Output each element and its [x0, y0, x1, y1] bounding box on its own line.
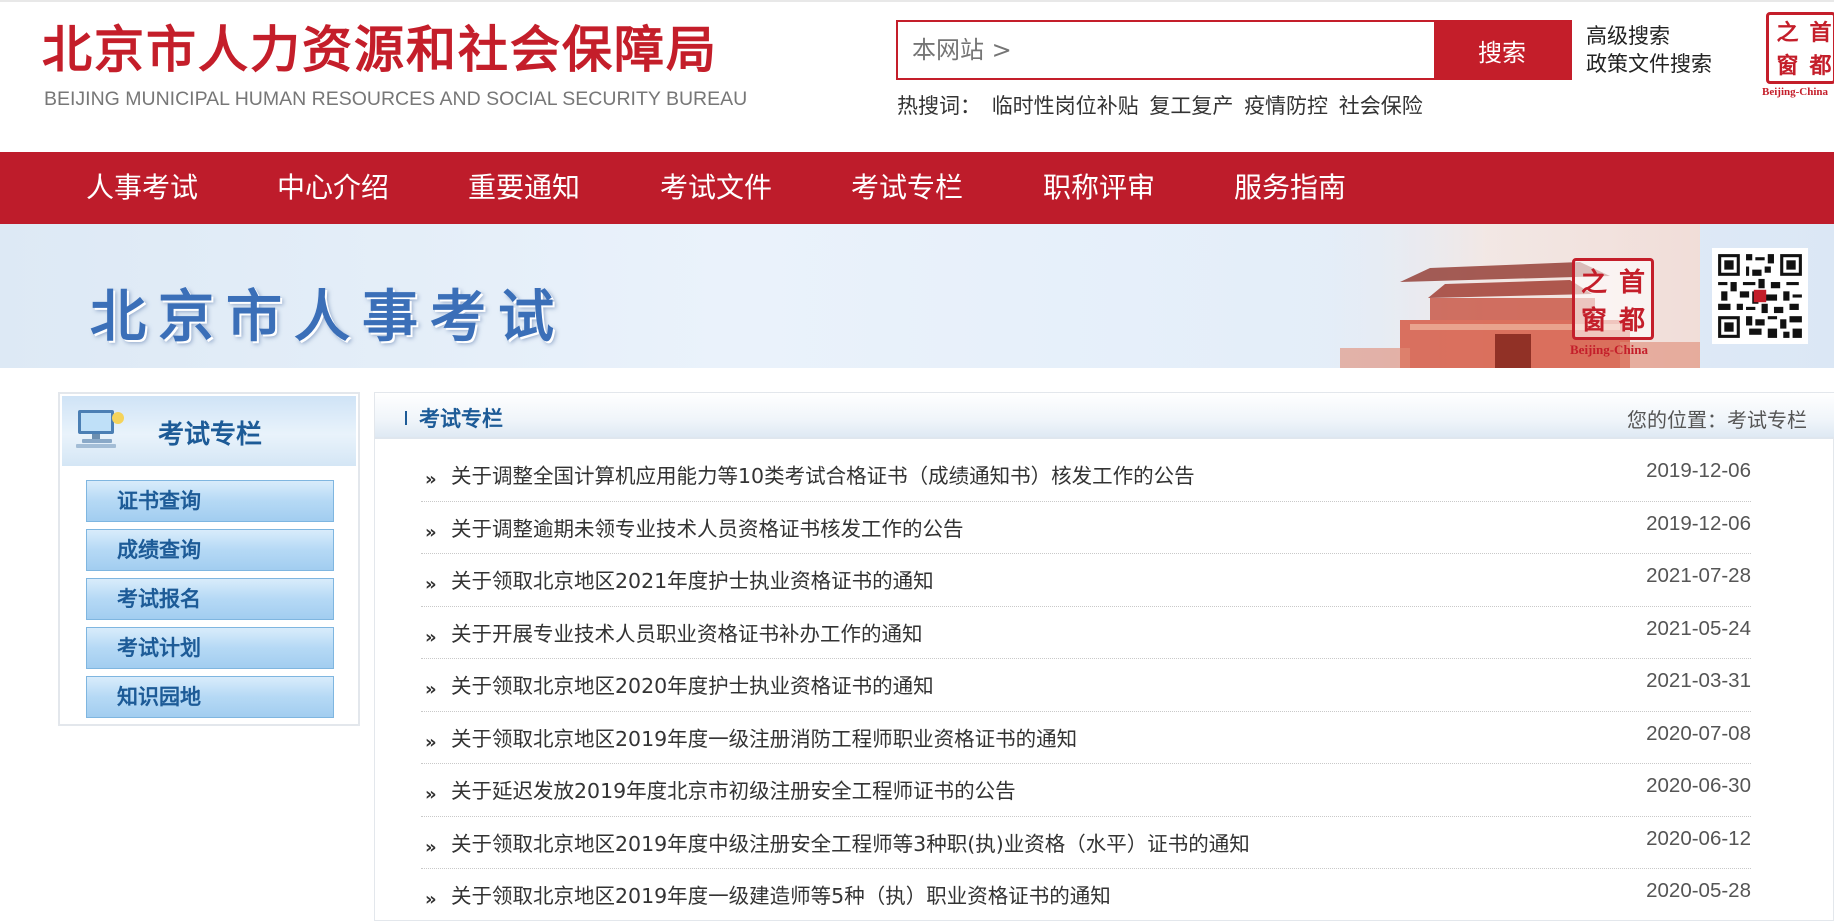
article-date: 2021-03-31	[1646, 669, 1751, 692]
stamp-char: 窗	[1580, 305, 1607, 336]
computer-icon	[76, 410, 124, 448]
list-item[interactable]: » 关于调整全国计算机应用能力等10类考试合格证书（成绩通知书）核发工作的公告 …	[421, 449, 1751, 502]
double-chevron-icon: »	[425, 784, 437, 805]
search-button[interactable]: 搜索	[1434, 22, 1570, 78]
hot-search-words: 热搜词： 临时性岗位补贴 复工复产 疫情防控 社会保险	[897, 90, 1427, 120]
list-item[interactable]: » 关于领取北京地区2019年度一级注册消防工程师职业资格证书的通知 2020-…	[421, 712, 1751, 764]
nav-item-exam-docs[interactable]: 考试文件	[660, 152, 772, 224]
sidebar-item-exam-plan[interactable]: 考试计划	[86, 627, 334, 669]
article-title[interactable]: 关于开展专业技术人员职业资格证书补办工作的通知	[451, 617, 923, 647]
sidebar-header: 考试专栏	[62, 396, 356, 466]
article-title[interactable]: 关于领取北京地区2020年度护士执业资格证书的通知	[451, 669, 934, 699]
org-logo-cn[interactable]: 北京市人力资源和社会保障局	[42, 20, 718, 80]
article-date: 2020-05-28	[1646, 879, 1751, 902]
double-chevron-icon: »	[425, 626, 437, 648]
article-title[interactable]: 关于领取北京地区2021年度护士执业资格证书的通知	[451, 564, 934, 594]
hot-word[interactable]: 复工复产	[1149, 94, 1233, 118]
sidebar: 考试专栏 证书查询 成绩查询 考试报名 考试计划 知识园地	[58, 392, 360, 726]
stamp-char: 都	[1809, 53, 1832, 79]
stamp-char: 首	[1618, 267, 1645, 298]
nav-item-notices[interactable]: 重要通知	[468, 152, 580, 224]
article-date: 2019-12-06	[1646, 459, 1751, 482]
article-date: 2021-05-24	[1646, 616, 1751, 640]
nav-item-center-intro[interactable]: 中心介绍	[277, 152, 389, 224]
stamp-char: 之	[1580, 267, 1607, 298]
breadcrumb: 您的位置：考试专栏	[1627, 408, 1807, 432]
double-chevron-icon: »	[425, 836, 437, 858]
nav-item-exam-column[interactable]: 考试专栏	[851, 152, 963, 224]
double-chevron-icon: »	[425, 889, 437, 910]
double-chevron-icon: »	[425, 521, 437, 543]
site-header: 北京市人力资源和社会保障局 BEIJING MUNICIPAL HUMAN RE…	[0, 0, 1834, 152]
double-chevron-icon: »	[425, 469, 437, 490]
hot-word[interactable]: 临时性岗位补贴	[992, 94, 1139, 118]
article-title[interactable]: 关于调整全国计算机应用能力等10类考试合格证书（成绩通知书）核发工作的公告	[451, 459, 1195, 489]
panel-header: 考试专栏 您的位置：考试专栏	[375, 393, 1834, 439]
org-logo-en: BEIJING MUNICIPAL HUMAN RESOURCES AND SO…	[44, 88, 748, 110]
list-item[interactable]: » 关于延迟发放2019年度北京市初级注册安全工程师证书的公告 2020-06-…	[421, 764, 1751, 817]
double-chevron-icon: »	[425, 679, 437, 700]
list-item[interactable]: » 关于开展专业技术人员职业资格证书补办工作的通知 2021-05-24	[421, 607, 1751, 659]
stamp-char: 之	[1776, 20, 1799, 46]
hot-search-label: 热搜词：	[897, 94, 981, 118]
list-item[interactable]: » 关于领取北京地区2019年度一级建造师等5种（执）职业资格证书的通知 202…	[421, 869, 1751, 921]
qr-code-icon[interactable]	[1712, 248, 1808, 344]
search-input[interactable]	[898, 22, 1434, 78]
article-date: 2019-12-06	[1646, 511, 1751, 535]
hot-word[interactable]: 社会保险	[1339, 94, 1423, 118]
search-box: 搜索	[896, 20, 1572, 80]
article-list: » 关于调整全国计算机应用能力等10类考试合格证书（成绩通知书）核发工作的公告 …	[421, 449, 1751, 921]
list-item[interactable]: » 关于领取北京地区2019年度中级注册安全工程师等3种职(执)业资格（水平）证…	[421, 817, 1751, 869]
capital-window-stamp-logo[interactable]: 之 首 窗 都	[1766, 12, 1834, 84]
article-title[interactable]: 关于领取北京地区2019年度一级注册消防工程师职业资格证书的通知	[451, 722, 1077, 752]
double-chevron-icon: »	[425, 731, 437, 753]
article-title[interactable]: 关于延迟发放2019年度北京市初级注册安全工程师证书的公告	[451, 774, 1016, 804]
main-nav: 人事考试 中心介绍 重要通知 考试文件 考试专栏 职称评审 服务指南	[0, 152, 1834, 224]
nav-item-personnel-exam[interactable]: 人事考试	[86, 152, 198, 224]
article-date: 2021-07-28	[1646, 564, 1751, 587]
sidebar-item-knowledge[interactable]: 知识园地	[86, 676, 334, 718]
double-chevron-icon: »	[425, 574, 437, 595]
article-panel: 考试专栏 您的位置：考试专栏 » 关于调整全国计算机应用能力等10类考试合格证书…	[374, 392, 1834, 921]
sidebar-item-certificate-query[interactable]: 证书查询	[86, 480, 334, 522]
stamp-char: 首	[1809, 20, 1832, 46]
policy-search-link[interactable]: 政策文件搜索	[1586, 50, 1712, 78]
nav-item-service-guide[interactable]: 服务指南	[1234, 152, 1346, 224]
sidebar-item-score-query[interactable]: 成绩查询	[86, 529, 334, 571]
list-item[interactable]: » 关于调整逾期未领专业技术人员资格证书核发工作的公告 2019-12-06	[421, 502, 1751, 554]
stamp-caption: Beijing-China	[1762, 86, 1829, 98]
article-title[interactable]: 关于领取北京地区2019年度一级建造师等5种（执）职业资格证书的通知	[451, 879, 1111, 909]
article-title[interactable]: 关于调整逾期未领专业技术人员资格证书核发工作的公告	[451, 512, 964, 542]
banner-stamp-caption: Beijing-China	[1570, 342, 1649, 357]
hot-word[interactable]: 疫情防控	[1244, 94, 1328, 118]
list-item[interactable]: » 关于领取北京地区2020年度护士执业资格证书的通知 2021-03-31	[421, 659, 1751, 712]
section-title: 考试专栏	[419, 407, 503, 431]
list-item[interactable]: » 关于领取北京地区2021年度护士执业资格证书的通知 2021-07-28	[421, 554, 1751, 607]
advanced-search-link[interactable]: 高级搜索	[1586, 22, 1712, 50]
title-marker	[405, 411, 407, 425]
article-title[interactable]: 关于领取北京地区2019年度中级注册安全工程师等3种职(执)业资格（水平）证书的…	[451, 827, 1250, 857]
article-date: 2020-06-12	[1646, 826, 1751, 850]
banner-title: 北京市人事考试	[90, 284, 566, 350]
stamp-char: 窗	[1776, 53, 1799, 79]
nav-item-title-review[interactable]: 职称评审	[1043, 152, 1155, 224]
capital-window-stamp-banner: 之 首 窗 都	[1572, 258, 1654, 340]
article-date: 2020-07-08	[1646, 721, 1751, 745]
content-area: 考试专栏 证书查询 成绩查询 考试报名 考试计划 知识园地 考试专栏 您的位置：…	[44, 368, 1834, 921]
search-links: 高级搜索 政策文件搜索	[1586, 22, 1712, 78]
article-date: 2020-06-30	[1646, 774, 1751, 797]
sidebar-title: 考试专栏	[158, 420, 263, 450]
stamp-char: 都	[1618, 305, 1645, 336]
sidebar-item-exam-registration[interactable]: 考试报名	[86, 578, 334, 620]
page-banner: 北京市人事考试 之 首 窗 都 Beijing-China	[0, 224, 1834, 368]
